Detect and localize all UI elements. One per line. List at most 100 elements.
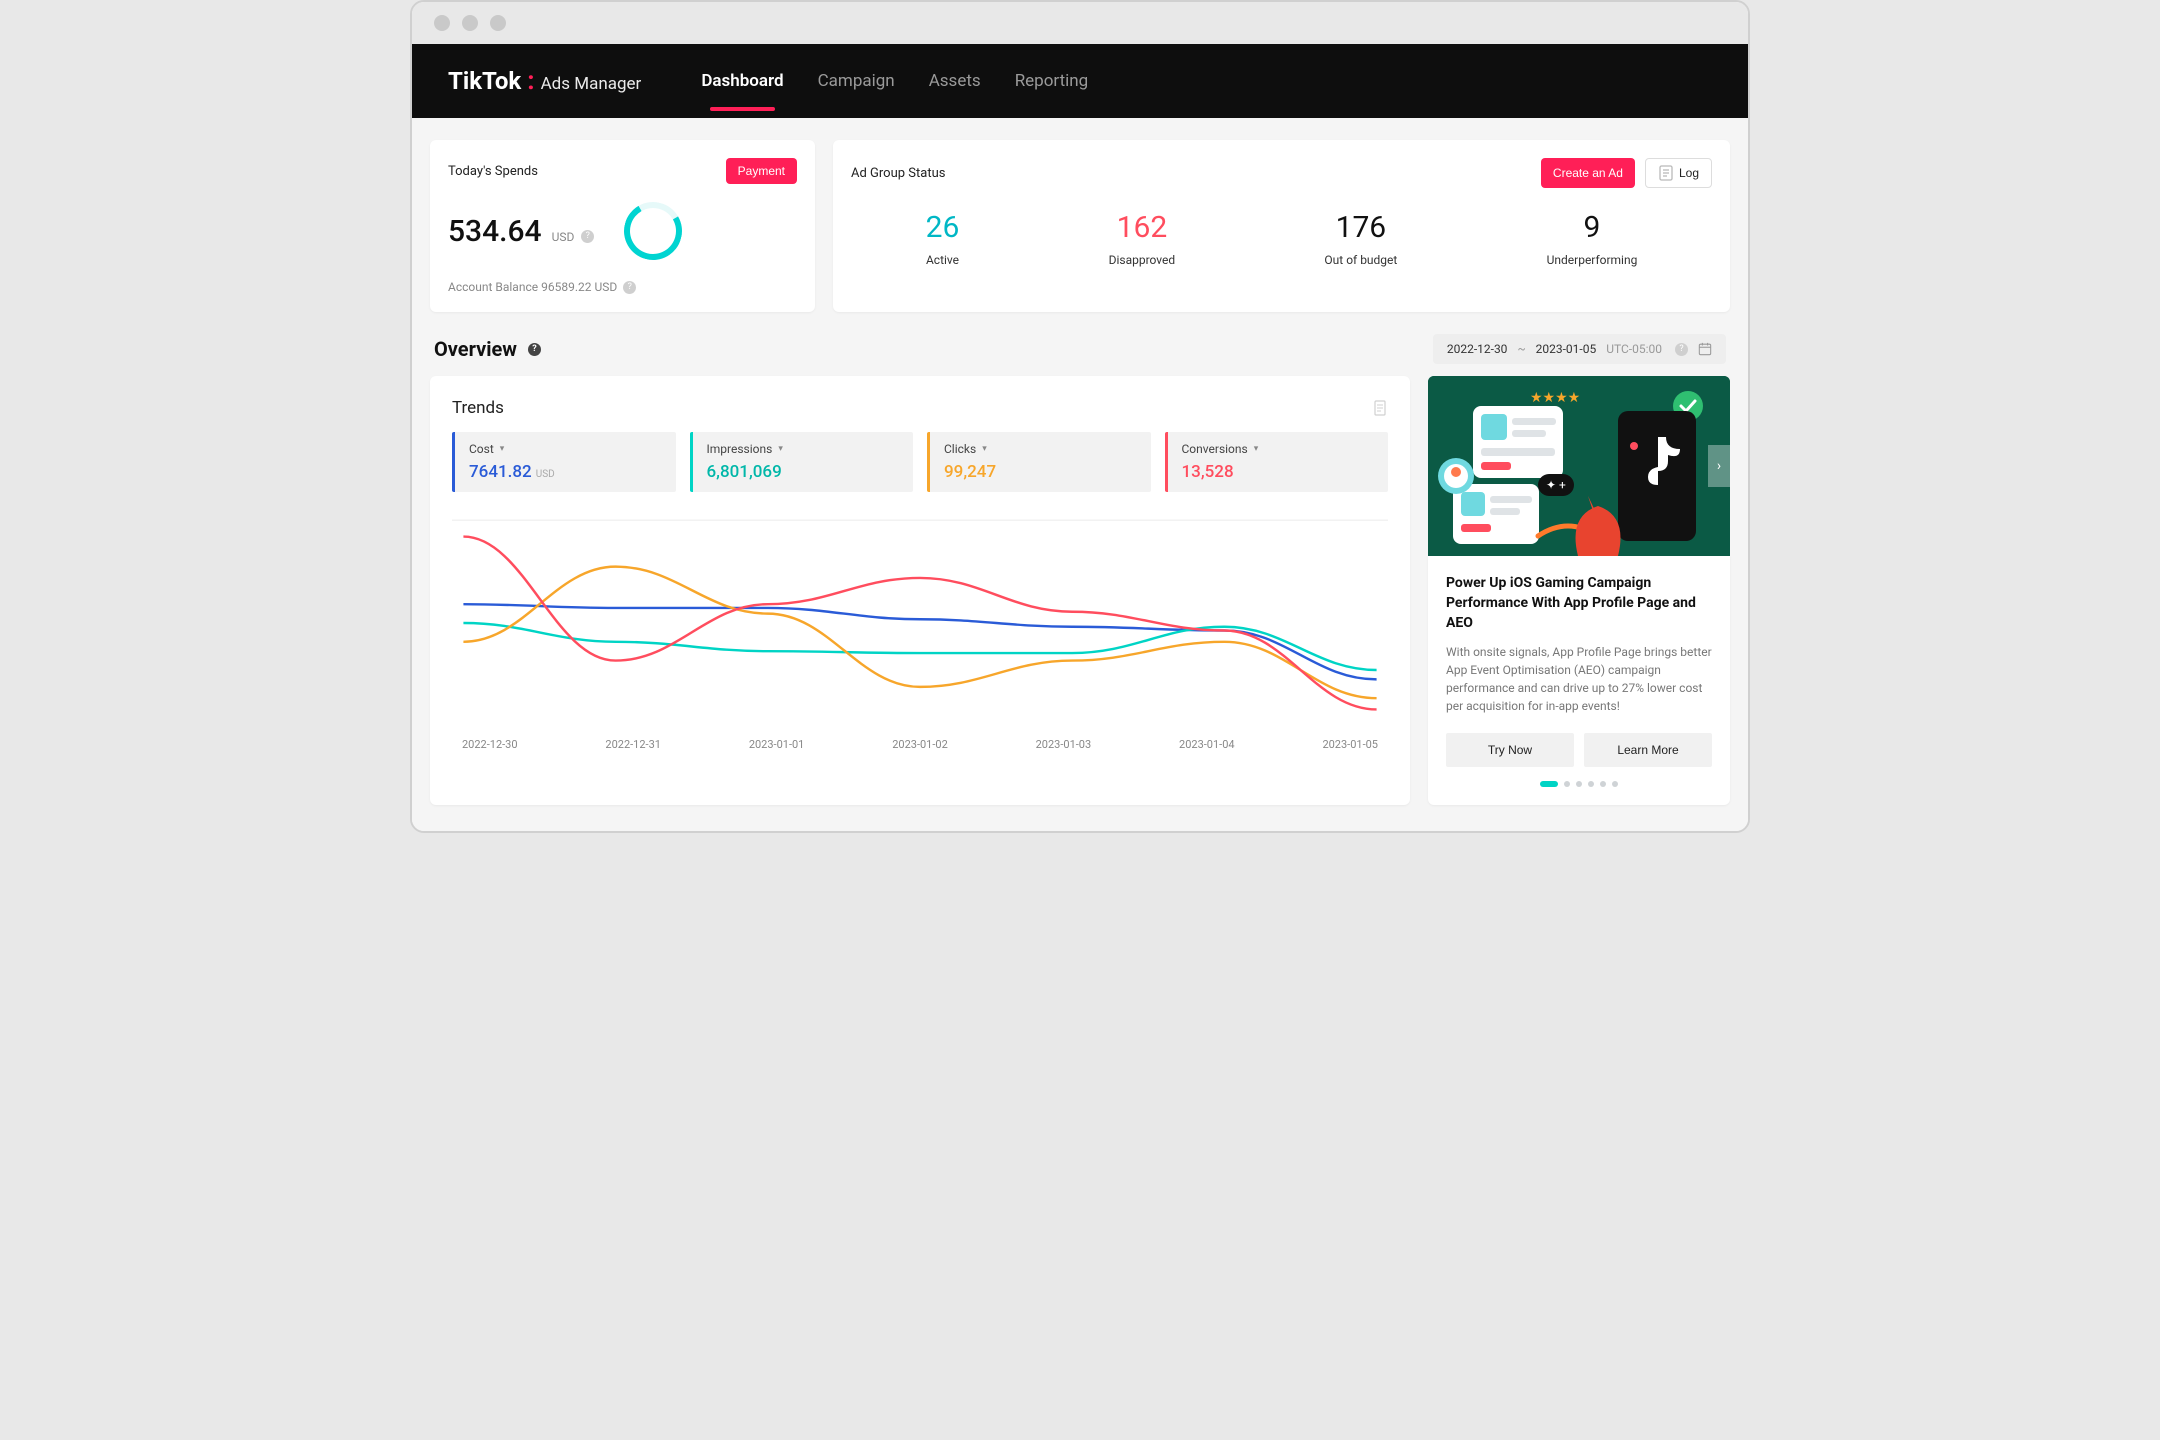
promo-title: Power Up iOS Gaming Campaign Performance… (1446, 574, 1712, 633)
app-frame: TikTok: Ads Manager Dashboard Campaign A… (410, 0, 1750, 833)
page-body: Today's Spends Payment 534.64 USD ? Acco… (412, 118, 1748, 831)
brand-sub: Ads Manager (541, 74, 642, 94)
overview-header: Overview ? 2022-12-30 ~ 2023-01-05 UTC-0… (434, 334, 1726, 364)
log-icon (1658, 165, 1674, 181)
chevron-down-icon: ▾ (500, 444, 505, 454)
stat-number: 162 (1109, 210, 1176, 245)
chevron-down-icon: ▾ (1254, 444, 1259, 454)
pill-value: 7641.82USD (469, 462, 662, 482)
trends-title: Trends (452, 398, 504, 418)
carousel-dot[interactable] (1588, 781, 1594, 787)
brand-colon-icon: : (527, 66, 534, 96)
nav-tabs: Dashboard Campaign Assets Reporting (701, 65, 1088, 97)
svg-text:✦ +: ✦ + (1546, 478, 1566, 492)
brand: TikTok: Ads Manager (448, 66, 641, 96)
status-stat[interactable]: 176 Out of budget (1324, 210, 1397, 267)
promo-learn-button[interactable]: Learn More (1584, 733, 1712, 767)
spend-currency: USD (552, 230, 575, 244)
pill-value: 99,247 (944, 462, 1137, 482)
carousel-dot[interactable] (1540, 781, 1558, 787)
promo-illustration: ★★★★ ✦ + (1428, 376, 1730, 556)
carousel-dot[interactable] (1564, 781, 1570, 787)
log-button[interactable]: Log (1645, 158, 1712, 188)
pill-label: Clicks ▾ (944, 442, 1137, 456)
balance-value: 96589.22 USD (541, 280, 617, 294)
stat-label: Underperforming (1547, 253, 1638, 267)
help-icon[interactable]: ? (623, 281, 636, 294)
spend-card: Today's Spends Payment 534.64 USD ? Acco… (430, 140, 815, 312)
trends-card: Trends Cost ▾ 7641.82USD Impressions ▾ 6,80… (430, 376, 1410, 805)
nav-tab-reporting[interactable]: Reporting (1015, 65, 1089, 97)
x-axis-label: 2023-01-03 (1036, 738, 1092, 751)
window-titlebar (412, 2, 1748, 44)
stat-number: 26 (926, 210, 960, 245)
carousel-dot[interactable] (1600, 781, 1606, 787)
payment-button[interactable]: Payment (726, 158, 797, 184)
trend-pill[interactable]: Cost ▾ 7641.82USD (452, 432, 676, 492)
help-icon[interactable]: ? (1675, 343, 1688, 356)
promo-card: ★★★★ ✦ + › (1428, 376, 1730, 805)
top-nav: TikTok: Ads Manager Dashboard Campaign A… (412, 44, 1748, 118)
log-label: Log (1679, 166, 1699, 180)
nav-tab-assets[interactable]: Assets (929, 65, 981, 97)
chevron-down-icon: ▾ (778, 444, 783, 454)
spend-title: Today's Spends (448, 164, 538, 179)
x-axis-label: 2022-12-30 (462, 738, 518, 751)
x-axis-label: 2022-12-31 (605, 738, 661, 751)
account-balance: Account Balance 96589.22 USD ? (448, 280, 797, 294)
x-axis-label: 2023-01-02 (892, 738, 948, 751)
tilde-icon: ~ (1517, 342, 1525, 356)
timezone: UTC-05:00 (1606, 342, 1662, 356)
trend-pill[interactable]: Conversions ▾ 13,528 (1165, 432, 1389, 492)
nav-tab-campaign[interactable]: Campaign (818, 65, 895, 97)
window-dot (462, 15, 478, 31)
carousel-next-icon[interactable]: › (1708, 445, 1730, 487)
promo-text: With onsite signals, App Profile Page br… (1446, 643, 1712, 715)
pill-label: Cost ▾ (469, 442, 662, 456)
svg-text:★★★★: ★★★★ (1530, 390, 1580, 406)
trend-pill[interactable]: Impressions ▾ 6,801,069 (690, 432, 914, 492)
x-axis-label: 2023-01-04 (1179, 738, 1235, 751)
help-icon[interactable]: ? (581, 230, 594, 243)
promo-try-button[interactable]: Try Now (1446, 733, 1574, 767)
stat-label: Out of budget (1324, 253, 1397, 267)
pill-value: 6,801,069 (707, 462, 900, 482)
status-card: Ad Group Status Create an Ad Log 26 Activ… (833, 140, 1730, 312)
x-axis-label: 2023-01-05 (1322, 738, 1378, 751)
stat-number: 176 (1324, 210, 1397, 245)
overview-title-text: Overview (434, 337, 517, 361)
document-icon[interactable] (1372, 400, 1388, 416)
help-icon[interactable]: ? (528, 343, 541, 356)
status-title: Ad Group Status (851, 166, 945, 181)
pill-value: 13,528 (1182, 462, 1375, 482)
date-to: 2023-01-05 (1536, 342, 1597, 356)
pill-label: Impressions ▾ (707, 442, 900, 456)
carousel-dot[interactable] (1576, 781, 1582, 787)
overview-row: Trends Cost ▾ 7641.82USD Impressions ▾ 6,80… (430, 376, 1730, 805)
nav-tab-dashboard[interactable]: Dashboard (701, 65, 783, 97)
date-range-picker[interactable]: 2022-12-30 ~ 2023-01-05 UTC-05:00 ? (1433, 334, 1726, 364)
x-axis-label: 2023-01-01 (749, 738, 805, 751)
status-stat[interactable]: 162 Disapproved (1109, 210, 1176, 267)
window-dot (434, 15, 450, 31)
pill-label: Conversions ▾ (1182, 442, 1375, 456)
chevron-down-icon: ▾ (982, 444, 987, 454)
balance-label: Account Balance (448, 280, 538, 294)
trends-chart: 2022-12-30 2022-12-31 2023-01-01 2023-01-02… (452, 518, 1388, 751)
status-stat[interactable]: 9Underperforming (1547, 210, 1638, 267)
promo-image: ★★★★ ✦ + › (1428, 376, 1730, 556)
overview-title: Overview ? (434, 337, 541, 361)
window-dot (490, 15, 506, 31)
carousel-dot[interactable] (1612, 781, 1618, 787)
create-ad-button[interactable]: Create an Ad (1541, 158, 1635, 188)
calendar-icon (1698, 342, 1712, 356)
trend-pill[interactable]: Clicks ▾ 99,247 (927, 432, 1151, 492)
brand-name: TikTok (448, 67, 521, 95)
date-from: 2022-12-30 (1447, 342, 1508, 356)
stat-label: Active (926, 253, 960, 267)
top-cards-row: Today's Spends Payment 534.64 USD ? Acco… (430, 140, 1730, 312)
stat-label: Disapproved (1109, 253, 1176, 267)
spend-ring-chart (618, 195, 689, 266)
carousel-dots (1446, 781, 1712, 787)
status-stat[interactable]: 26 Active (926, 210, 960, 267)
